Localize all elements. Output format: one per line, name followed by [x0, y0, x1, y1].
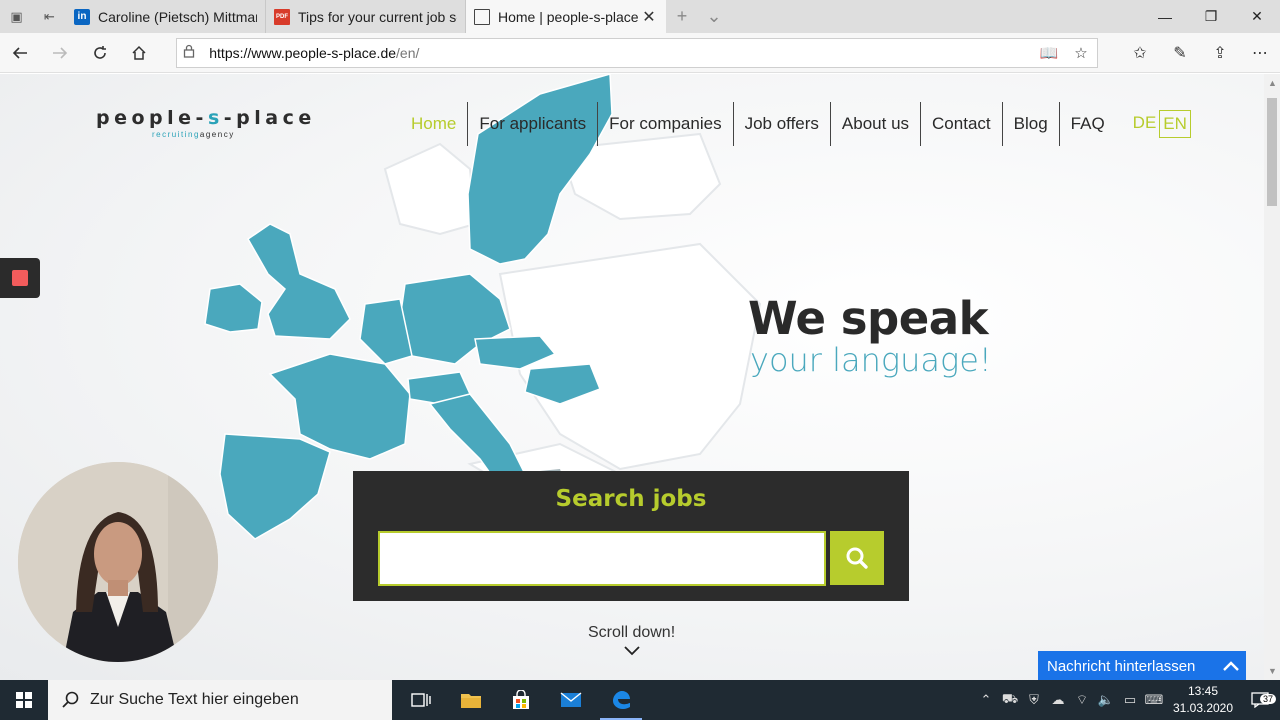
stop-recording-button[interactable]: [0, 258, 40, 298]
refresh-icon[interactable]: [80, 33, 120, 73]
store-icon[interactable]: [496, 680, 546, 720]
browser-tab-home[interactable]: Home | people-s-place ✕: [466, 0, 666, 33]
windows-taskbar: Zur Suche Text hier eingeben ⌃ ⛟ ⛨ ☁ ⌔ 🔈…: [0, 680, 1280, 720]
webcam-overlay: [18, 462, 218, 662]
tab-title: Tips for your current job sea: [298, 8, 457, 25]
clock-time: 13:45: [1187, 684, 1219, 698]
search-title: Search jobs: [555, 486, 707, 512]
nav-job-offers[interactable]: Job offers: [732, 102, 830, 146]
nav-contact[interactable]: Contact: [920, 102, 1002, 146]
restore-icon[interactable]: ❐: [1188, 0, 1234, 33]
more-icon[interactable]: ⋯: [1240, 43, 1280, 63]
search-icon: [62, 691, 79, 708]
new-tab-icon[interactable]: +: [666, 6, 698, 27]
linkedin-icon: in: [74, 8, 90, 25]
cloud-icon[interactable]: ☁: [1046, 692, 1070, 708]
tab-title: Caroline (Pietsch) Mittmann: [98, 8, 257, 25]
clock[interactable]: 13:45 31.03.2020: [1166, 683, 1240, 717]
lang-de[interactable]: DE: [1130, 110, 1160, 138]
tab-title: Home | people-s-place: [498, 8, 639, 25]
browser-tab-pdf[interactable]: PDF Tips for your current job sea: [266, 0, 466, 33]
close-tab-icon[interactable]: ✕: [640, 7, 658, 27]
home-icon[interactable]: [119, 33, 159, 73]
share-icon[interactable]: ⇪: [1200, 43, 1240, 63]
taskbar-search-placeholder: Zur Suche Text hier eingeben: [90, 691, 299, 708]
page-scrollbar[interactable]: ▲ ▼: [1264, 74, 1280, 680]
nav-home[interactable]: Home: [400, 102, 467, 146]
search-icon: [846, 547, 868, 569]
page-icon: [474, 8, 490, 25]
browser-tab-strip: ▣ ⇤ in Caroline (Pietsch) Mittmann PDF T…: [0, 0, 1280, 33]
battery-icon[interactable]: ▭: [1118, 692, 1142, 708]
volume-icon[interactable]: 🔈: [1094, 692, 1118, 708]
window-close-icon[interactable]: ✕: [1234, 0, 1280, 33]
chat-widget-button[interactable]: Nachricht hinterlassen: [1038, 651, 1246, 680]
wifi-icon[interactable]: ⌔: [1070, 692, 1094, 708]
pdf-icon: PDF: [274, 8, 290, 25]
favorites-icon[interactable]: ✩: [1120, 43, 1160, 63]
scrollbar-thumb[interactable]: [1267, 98, 1277, 206]
slogan-subline: your language!: [750, 341, 992, 379]
task-view-icon[interactable]: [396, 680, 446, 720]
chevron-down-icon: [623, 646, 640, 656]
tab-actions-icon[interactable]: ▣: [0, 0, 33, 33]
browser-toolbar: https://www.people-s-place.de/en/ 📖 ☆ ✩ …: [0, 33, 1280, 73]
clock-date: 31.03.2020: [1172, 701, 1234, 715]
forward-icon[interactable]: [40, 33, 80, 73]
pen-icon[interactable]: ✎: [1160, 43, 1200, 63]
nav-about-us[interactable]: About us: [829, 102, 920, 146]
presenter-video: [18, 462, 218, 662]
action-center-button[interactable]: 37: [1240, 692, 1280, 708]
keyboard-icon[interactable]: ⌨: [1142, 692, 1166, 708]
web-page: people-s-place recruitingagency Home For…: [0, 74, 1264, 680]
windows-logo-icon: [16, 692, 32, 708]
scroll-up-icon[interactable]: ▲: [1268, 78, 1277, 88]
job-search-input[interactable]: [378, 531, 826, 586]
url-text: https://www.people-s-place.de/en/: [209, 44, 420, 61]
chevron-up-icon: [1216, 661, 1246, 671]
slogan-headline: We speak: [748, 292, 989, 345]
scroll-hint-label: Scroll down!: [588, 624, 676, 641]
chat-label: Nachricht hinterlassen: [1047, 657, 1196, 675]
address-bar[interactable]: https://www.people-s-place.de/en/ 📖 ☆: [176, 37, 1098, 68]
nav-faq[interactable]: FAQ: [1058, 102, 1116, 146]
nav-for-companies[interactable]: For companies: [597, 102, 732, 146]
edge-browser-icon[interactable]: [596, 680, 646, 720]
scroll-down-hint[interactable]: Scroll down!: [588, 624, 675, 656]
start-button[interactable]: [0, 680, 48, 720]
shield-icon[interactable]: ⛨: [1022, 692, 1046, 708]
reading-view-icon[interactable]: 📖: [1033, 44, 1065, 62]
scroll-down-icon[interactable]: ▼: [1268, 666, 1277, 676]
stop-icon: [12, 270, 28, 286]
job-search-panel: Search jobs: [353, 471, 909, 601]
nav-blog[interactable]: Blog: [1001, 102, 1059, 146]
back-icon[interactable]: [0, 33, 40, 73]
site-logo[interactable]: people-s-place recruitingagency: [96, 107, 316, 139]
favorite-star-icon[interactable]: ☆: [1065, 44, 1097, 62]
set-tabs-aside-icon[interactable]: ⇤: [33, 0, 66, 33]
search-button[interactable]: [830, 531, 884, 585]
chevron-down-icon[interactable]: ⌄: [698, 6, 730, 27]
browser-tab-linkedin[interactable]: in Caroline (Pietsch) Mittmann: [66, 0, 266, 33]
taskbar-search[interactable]: Zur Suche Text hier eingeben: [48, 680, 392, 720]
file-explorer-icon[interactable]: [446, 680, 496, 720]
system-tray: ⌃ ⛟ ⛨ ☁ ⌔ 🔈 ▭ ⌨ 13:45 31.03.2020 37: [974, 680, 1280, 720]
hero-slogan: We speak your language!: [748, 292, 992, 379]
language-switcher: DE EN: [1130, 110, 1191, 138]
nav-for-applicants[interactable]: For applicants: [467, 102, 597, 146]
lang-en[interactable]: EN: [1159, 110, 1191, 138]
chevron-up-icon[interactable]: ⌃: [974, 692, 998, 708]
notification-count: 37: [1259, 694, 1276, 704]
minimize-icon[interactable]: —: [1142, 0, 1188, 33]
lock-icon: [183, 44, 209, 61]
main-navigation: Home For applicants For companies Job of…: [400, 102, 1191, 146]
network-drive-icon[interactable]: ⛟: [998, 691, 1022, 709]
mail-icon[interactable]: [546, 680, 596, 720]
